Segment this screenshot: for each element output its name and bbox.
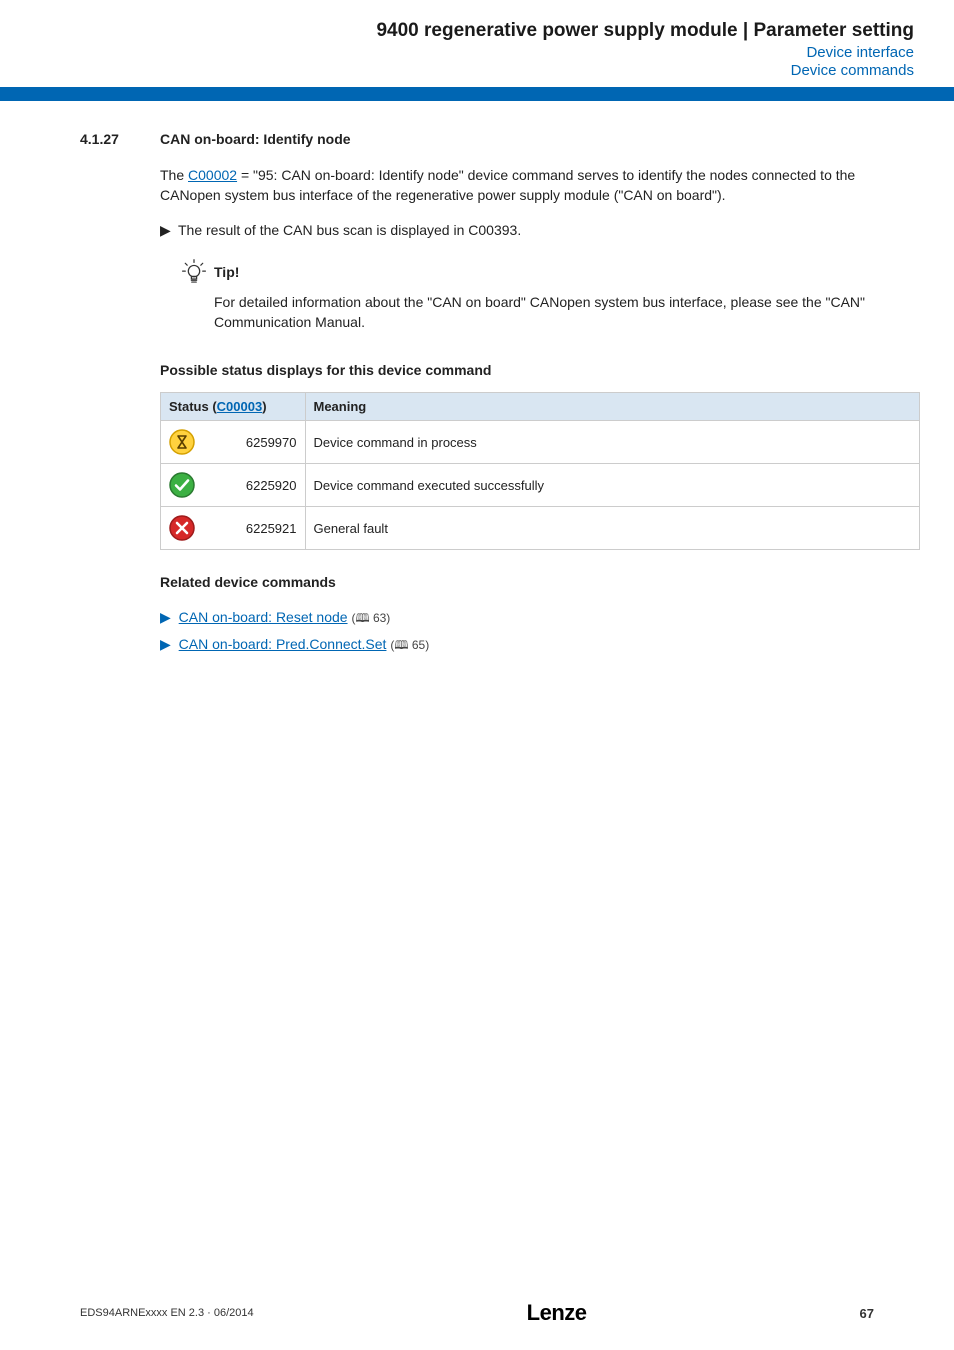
triangle-icon: ▶ xyxy=(160,609,171,625)
status-code: 6259970 xyxy=(203,421,305,464)
status-heading: Possible status displays for this device… xyxy=(160,362,874,378)
table-header-row: Status (C00003) Meaning xyxy=(161,393,920,421)
bullet-triangle-icon: ▶ xyxy=(160,220,178,240)
related-heading: Related device commands xyxy=(160,574,874,590)
section-title: CAN on-board: Identify node xyxy=(160,131,351,147)
status-icon-cell xyxy=(161,507,204,550)
intro-paragraph: The C00002 = "95: CAN on-board: Identify… xyxy=(160,165,874,206)
tip-label: Tip! xyxy=(214,264,239,280)
header-subtitle-2: Device commands xyxy=(40,62,914,79)
link-c00393[interactable]: C00393 xyxy=(468,222,517,238)
table-row: 6225921 General fault xyxy=(161,507,920,550)
footer-page-number: 67 xyxy=(860,1306,874,1321)
bullet-post: . xyxy=(517,222,521,238)
section-heading-row: 4.1.27 CAN on-board: Identify node xyxy=(80,131,874,147)
status-meaning: General fault xyxy=(305,507,920,550)
bullet-row: ▶ The result of the CAN bus scan is disp… xyxy=(160,220,874,240)
link-c00002[interactable]: C00002 xyxy=(188,167,237,183)
related-link-reset-node[interactable]: CAN on-board: Reset node xyxy=(179,609,348,625)
tip-text: For detailed information about the "CAN … xyxy=(214,292,874,333)
header-title: 9400 regenerative power supply module | … xyxy=(40,20,914,42)
tip-head: Tip! xyxy=(180,258,874,286)
book-icon: 🕮 xyxy=(394,638,408,652)
bullet-text: The result of the CAN bus scan is displa… xyxy=(178,220,521,240)
page-num: 63 xyxy=(373,611,386,625)
lightbulb-icon xyxy=(180,258,208,286)
th-status: Status (C00003) xyxy=(161,393,306,421)
status-code: 6225921 xyxy=(203,507,305,550)
page-ref: (🕮 65) xyxy=(390,638,429,652)
status-icon-cell xyxy=(161,421,204,464)
page-header: 9400 regenerative power supply module | … xyxy=(0,0,954,79)
th-status-post: ) xyxy=(262,399,266,414)
para1-post: = "95: CAN on-board: Identify node" devi… xyxy=(160,167,855,203)
related-item: ▶ CAN on-board: Reset node (🕮 63) xyxy=(160,604,874,631)
related-link-pred-connect[interactable]: CAN on-board: Pred.Connect.Set xyxy=(179,636,387,652)
footer-docid: EDS94ARNExxxx EN 2.3 · 06/2014 xyxy=(80,1307,254,1319)
section-number: 4.1.27 xyxy=(80,131,160,147)
status-table: Status (C00003) Meaning 6259970 Device c… xyxy=(160,392,920,550)
para1-pre: The xyxy=(160,167,188,183)
check-icon xyxy=(169,472,195,498)
status-code: 6225920 xyxy=(203,464,305,507)
cross-icon xyxy=(169,515,195,541)
header-rule xyxy=(0,87,954,101)
page-num: 65 xyxy=(412,638,425,652)
related-list: ▶ CAN on-board: Reset node (🕮 63) ▶ CAN … xyxy=(160,604,874,657)
status-meaning: Device command executed successfully xyxy=(305,464,920,507)
lenze-logo: Lenze xyxy=(527,1300,587,1326)
triangle-icon: ▶ xyxy=(160,636,171,652)
hourglass-icon xyxy=(169,429,195,455)
content-area: 4.1.27 CAN on-board: Identify node The C… xyxy=(0,101,954,658)
tip-block: Tip! For detailed information about the … xyxy=(180,258,874,333)
bullet-pre: The result of the CAN bus scan is displa… xyxy=(178,222,468,238)
header-subtitle-1: Device interface xyxy=(40,44,914,61)
book-icon: 🕮 xyxy=(355,611,369,625)
link-c00003[interactable]: C00003 xyxy=(217,399,263,414)
page-footer: EDS94ARNExxxx EN 2.3 · 06/2014 Lenze 67 xyxy=(0,1300,954,1326)
table-row: 6259970 Device command in process xyxy=(161,421,920,464)
status-icon-cell xyxy=(161,464,204,507)
th-status-pre: Status ( xyxy=(169,399,217,414)
page-ref: (🕮 63) xyxy=(351,611,390,625)
table-row: 6225920 Device command executed successf… xyxy=(161,464,920,507)
related-item: ▶ CAN on-board: Pred.Connect.Set (🕮 65) xyxy=(160,631,874,658)
th-meaning: Meaning xyxy=(305,393,920,421)
status-meaning: Device command in process xyxy=(305,421,920,464)
